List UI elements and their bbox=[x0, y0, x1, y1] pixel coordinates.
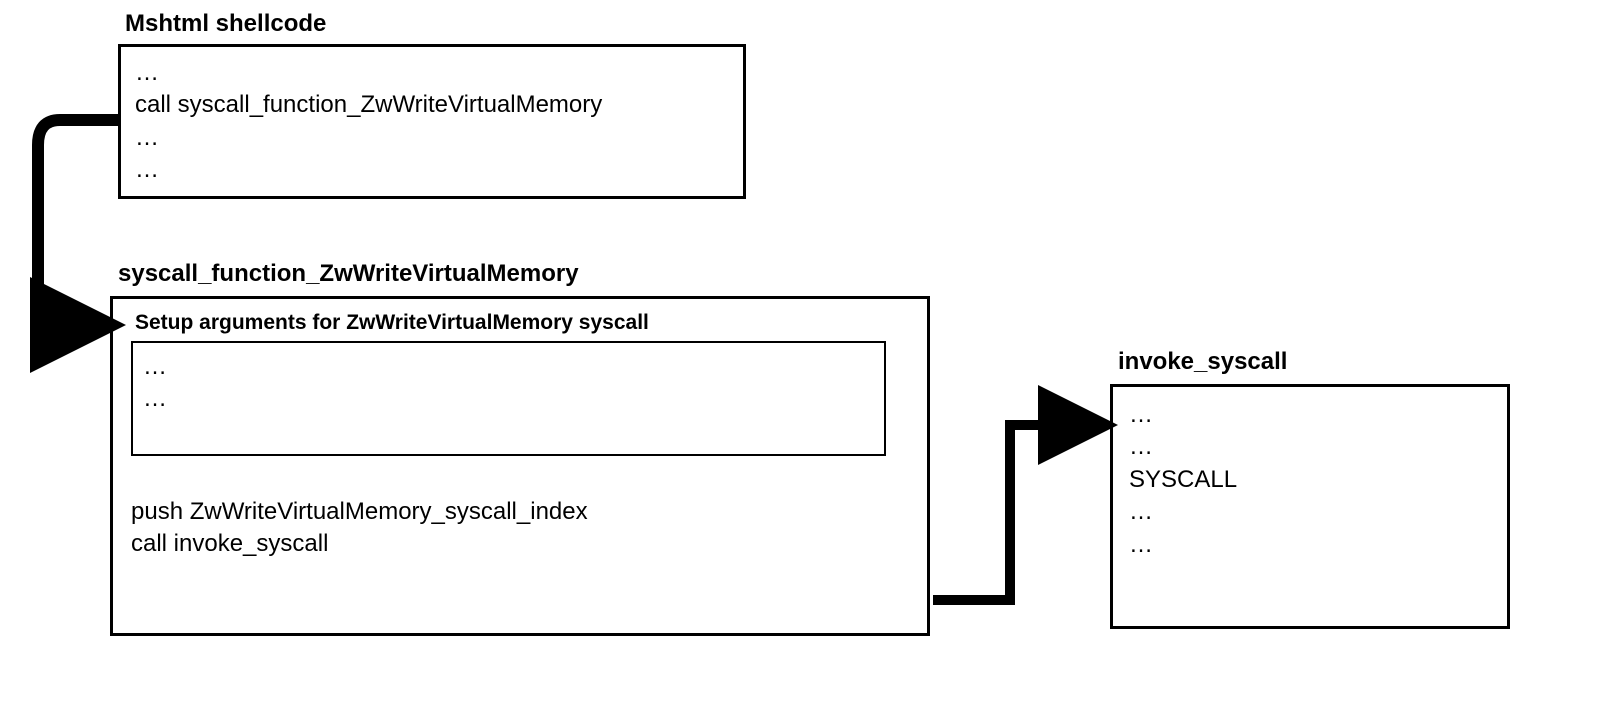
box3-line5: … bbox=[1129, 529, 1491, 561]
box2-line2: call invoke_syscall bbox=[131, 528, 909, 560]
box3-line2: … bbox=[1129, 431, 1491, 463]
box2-line1: push ZwWriteVirtualMemory_syscall_index bbox=[131, 496, 909, 528]
box1-mshtml-shellcode: … call syscall_function_ZwWriteVirtualMe… bbox=[118, 44, 746, 199]
box2-inner-line2: … bbox=[143, 383, 874, 415]
box3-invoke-syscall: … … SYSCALL … … bbox=[1110, 384, 1510, 629]
box3-line1: … bbox=[1129, 399, 1491, 431]
box2-syscall-function: Setup arguments for ZwWriteVirtualMemory… bbox=[110, 296, 930, 636]
box2-inner-line1: … bbox=[143, 351, 874, 383]
box1-line1: … bbox=[135, 57, 729, 89]
box2-title: syscall_function_ZwWriteVirtualMemory bbox=[118, 260, 579, 288]
box3-line3: SYSCALL bbox=[1129, 464, 1491, 496]
box1-line2: call syscall_function_ZwWriteVirtualMemo… bbox=[135, 89, 729, 121]
box1-title: Mshtml shellcode bbox=[125, 10, 326, 38]
box2-inner-setup-args: … … bbox=[131, 341, 886, 456]
box2-inner-title: Setup arguments for ZwWriteVirtualMemory… bbox=[135, 311, 909, 335]
box3-line4: … bbox=[1129, 496, 1491, 528]
box1-line4: … bbox=[135, 154, 729, 186]
box3-title: invoke_syscall bbox=[1118, 348, 1287, 376]
box1-line3: … bbox=[135, 122, 729, 154]
